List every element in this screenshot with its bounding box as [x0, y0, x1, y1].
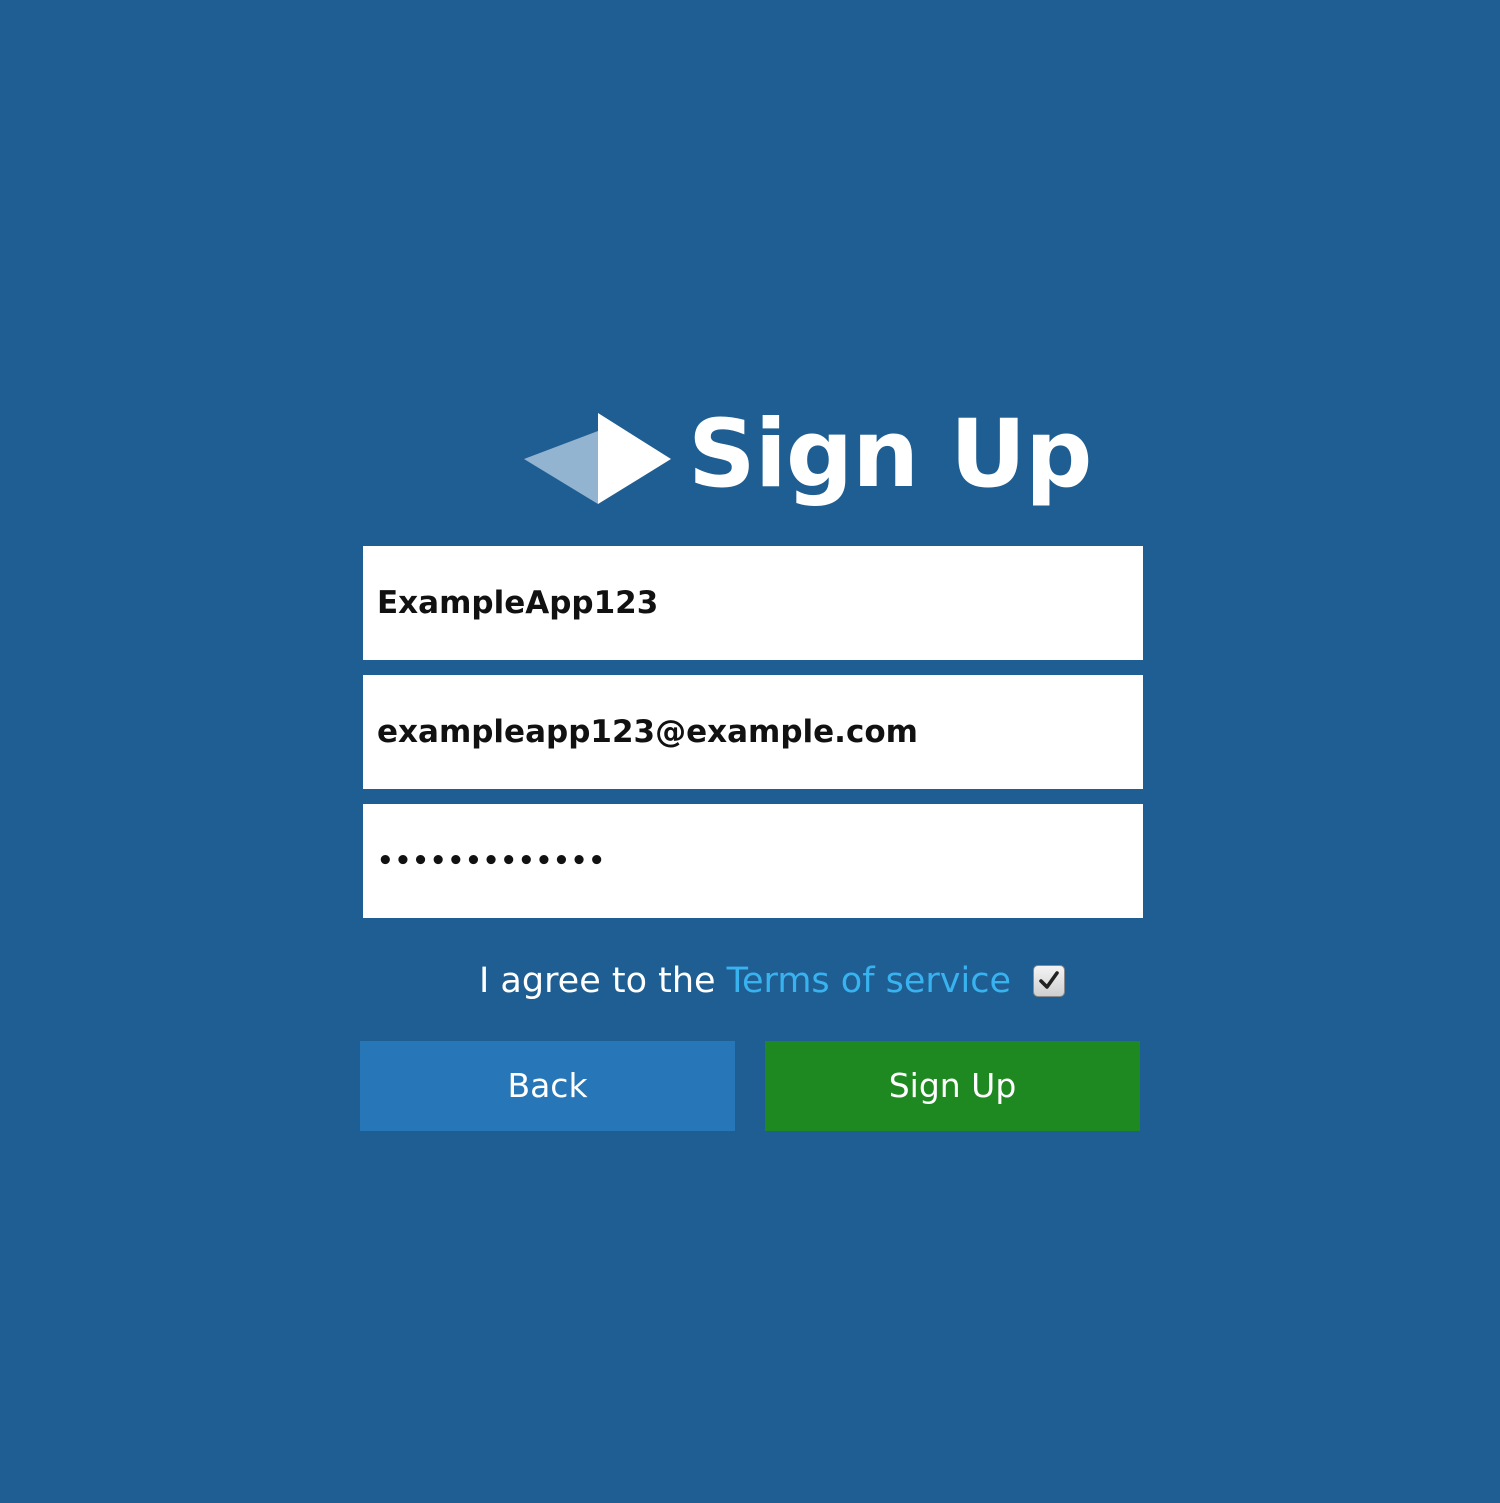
username-field[interactable]: [363, 546, 1143, 660]
terms-agreement: I agree to the Terms of service: [0, 953, 1500, 1009]
username-input[interactable]: [363, 546, 1143, 660]
email-input[interactable]: [363, 675, 1143, 789]
play-arrow-logo-icon: [524, 413, 671, 504]
terms-of-service-link[interactable]: Terms of service: [727, 953, 1011, 1009]
signup-page: Sign Up I agree to the Terms of service …: [0, 0, 1500, 1503]
terms-checkbox[interactable]: [1033, 965, 1066, 997]
sign-up-button[interactable]: Sign Up: [765, 1041, 1140, 1131]
email-field[interactable]: [363, 675, 1143, 789]
password-field[interactable]: [363, 804, 1143, 918]
checkmark-icon: [1039, 971, 1059, 989]
page-title: Sign Up: [688, 400, 1092, 509]
terms-prefix: I agree to the: [478, 961, 716, 1001]
password-input[interactable]: [363, 804, 1143, 918]
back-button[interactable]: Back: [360, 1041, 735, 1131]
